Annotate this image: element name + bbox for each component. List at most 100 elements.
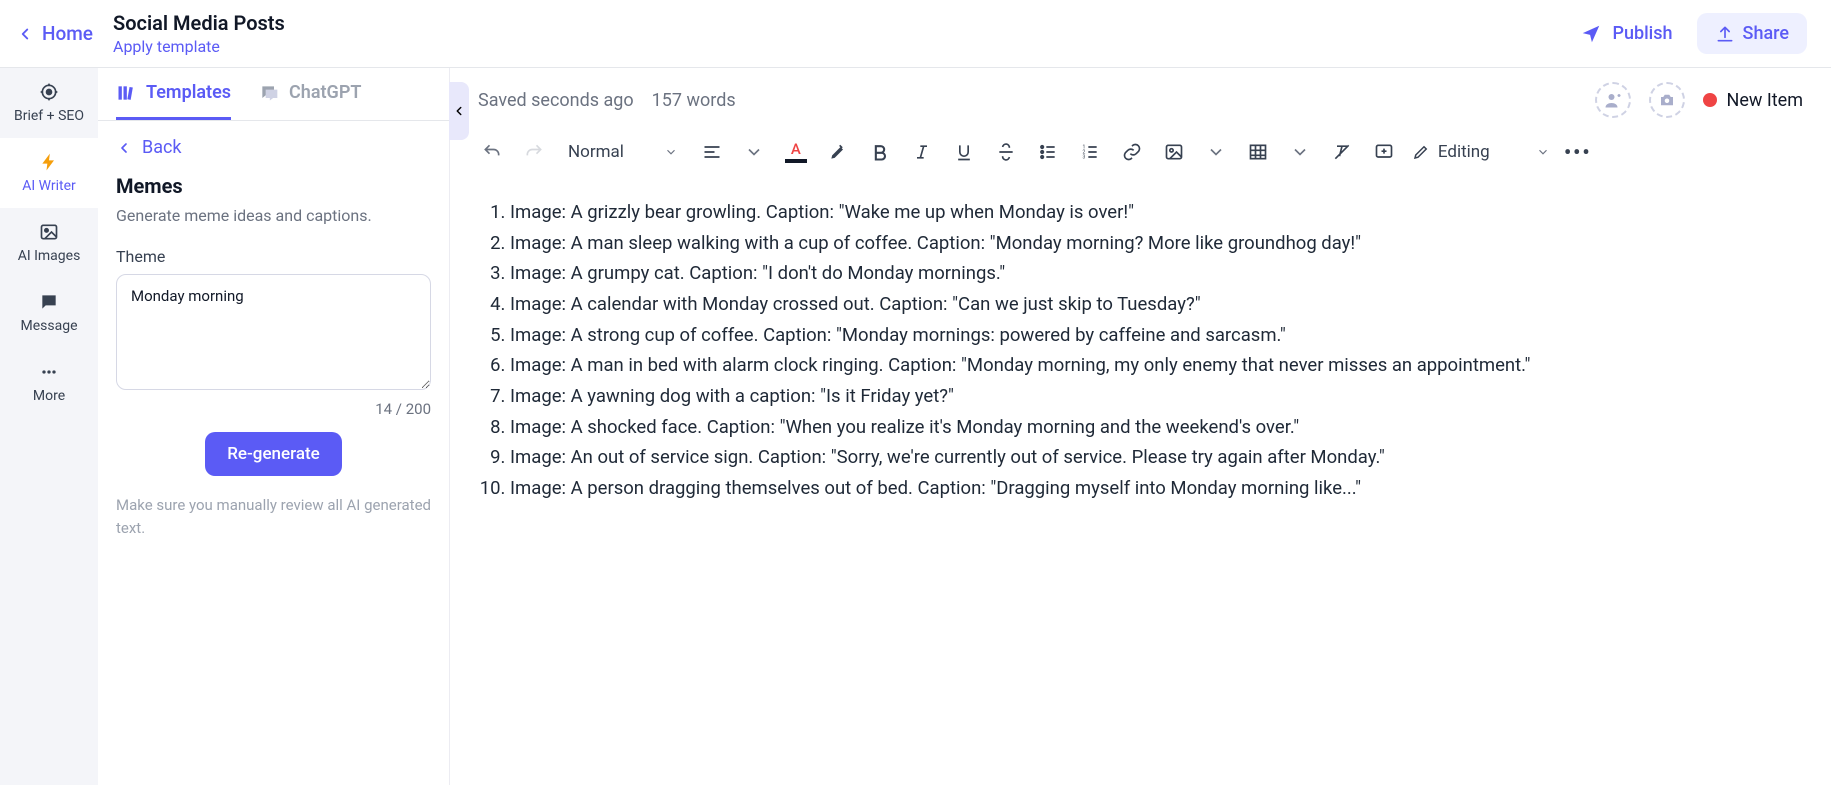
ellipsis-icon: ••• <box>1564 140 1592 164</box>
send-icon <box>1580 23 1602 45</box>
paragraph-format-select[interactable]: Normal <box>562 142 684 162</box>
sidenav-label: Brief + SEO <box>14 108 84 124</box>
disclaimer: Make sure you manually review all AI gen… <box>116 494 431 539</box>
upload-icon <box>1715 24 1735 44</box>
align-more-button[interactable] <box>740 138 768 166</box>
underline-button[interactable] <box>950 138 978 166</box>
image-icon <box>39 222 59 242</box>
theme-input[interactable] <box>116 274 431 390</box>
list-item-text: Image: A shocked face. Caption: "When yo… <box>510 416 1299 438</box>
italic-button[interactable] <box>908 138 936 166</box>
chevron-left-icon <box>16 25 34 43</box>
tab-templates[interactable]: Templates <box>116 82 231 120</box>
sidenav-label: AI Images <box>18 248 81 264</box>
redo-button[interactable] <box>520 138 548 166</box>
publish-label: Publish <box>1612 23 1672 44</box>
home-link[interactable]: Home <box>16 22 93 45</box>
editing-mode-select[interactable]: Editing <box>1412 142 1550 162</box>
char-count: 14 / 200 <box>116 400 431 418</box>
link-icon <box>1122 142 1142 162</box>
sidenav: Brief + SEO AI Writer AI Images Message … <box>0 68 98 785</box>
list-item-text: Image: An out of service sign. Caption: … <box>510 446 1385 468</box>
word-count: 157 words <box>652 90 736 111</box>
panel-body: Back Memes Generate meme ideas and capti… <box>98 121 449 559</box>
new-item-label: New Item <box>1727 90 1804 111</box>
chevron-left-icon <box>116 140 132 156</box>
publish-button[interactable]: Publish <box>1580 23 1672 45</box>
tab-chatgpt[interactable]: ChatGPT <box>259 82 361 120</box>
templates-panel: Templates ChatGPT Back Memes Generate me… <box>98 68 450 785</box>
table-button[interactable] <box>1244 138 1272 166</box>
bullet-list-button[interactable] <box>1034 138 1062 166</box>
editor-status: Saved seconds ago 157 words New Item <box>450 68 1831 132</box>
undo-button[interactable] <box>478 138 506 166</box>
share-button[interactable]: Share <box>1697 13 1807 54</box>
image-button[interactable] <box>1160 138 1188 166</box>
align-button[interactable] <box>698 138 726 166</box>
list-item-text: Image: A strong cup of coffee. Caption: … <box>510 324 1286 346</box>
panel-tabs: Templates ChatGPT <box>98 68 449 121</box>
underline-icon <box>954 142 974 162</box>
image-more-button[interactable] <box>1202 138 1230 166</box>
table-more-button[interactable] <box>1286 138 1314 166</box>
undo-icon <box>482 142 502 162</box>
comment-button[interactable] <box>1370 138 1398 166</box>
new-item-button[interactable]: New Item <box>1703 90 1804 111</box>
pencil-icon <box>1412 143 1430 161</box>
bold-icon <box>870 142 890 162</box>
text-color-button[interactable]: A <box>782 138 810 166</box>
sidenav-label: Message <box>21 318 78 334</box>
image-icon <box>1164 142 1184 162</box>
list-item-text: Image: A yawning dog with a caption: "Is… <box>510 385 954 407</box>
top-header: Home Social Media Posts Apply template P… <box>0 0 1831 68</box>
list-item: Image: A calendar with Monday crossed ou… <box>510 290 1795 319</box>
list-item-text: Image: A grizzly bear growling. Caption:… <box>510 201 1134 223</box>
clear-format-icon <box>1332 142 1352 162</box>
list-item: Image: A yawning dog with a caption: "Is… <box>510 382 1795 411</box>
paragraph-format-label: Normal <box>568 142 624 162</box>
clear-format-button[interactable] <box>1328 138 1356 166</box>
bold-button[interactable] <box>866 138 894 166</box>
list-item-text: Image: A person dragging themselves out … <box>510 477 1361 499</box>
list-item: Image: A man sleep walking with a cup of… <box>510 229 1795 258</box>
align-left-icon <box>702 142 722 162</box>
list-item: Image: A person dragging themselves out … <box>510 474 1795 503</box>
list-item: Image: A strong cup of coffee. Caption: … <box>510 321 1795 350</box>
back-link[interactable]: Back <box>116 137 182 158</box>
add-media-button[interactable] <box>1649 82 1685 118</box>
link-button[interactable] <box>1118 138 1146 166</box>
highlight-button[interactable] <box>824 138 852 166</box>
numbered-list-button[interactable]: 123 <box>1076 138 1104 166</box>
sidenav-label: More <box>33 388 65 404</box>
top-header-right: Publish Share <box>1580 13 1807 54</box>
back-label: Back <box>142 137 182 158</box>
user-plus-icon <box>1604 91 1622 109</box>
chevron-down-icon <box>744 142 764 162</box>
apply-template-link[interactable]: Apply template <box>113 37 285 56</box>
collapse-panel-button[interactable] <box>449 82 469 140</box>
chevron-left-icon <box>452 104 466 118</box>
chevron-down-icon <box>1536 145 1550 159</box>
regenerate-button[interactable]: Re-generate <box>205 432 342 476</box>
sidenav-message[interactable]: Message <box>0 278 98 348</box>
list-item: Image: A shocked face. Caption: "When yo… <box>510 413 1795 442</box>
document-body[interactable]: Image: A grizzly bear growling. Caption:… <box>450 178 1831 523</box>
sidenav-more[interactable]: More <box>0 348 98 418</box>
toolbar-more-button[interactable]: ••• <box>1564 138 1592 166</box>
add-collaborator-button[interactable] <box>1595 82 1631 118</box>
svg-text:3: 3 <box>1082 155 1085 161</box>
sidenav-ai-images[interactable]: AI Images <box>0 208 98 278</box>
ellipsis-icon <box>39 362 59 382</box>
target-icon <box>39 82 59 102</box>
chat-icon <box>259 83 279 103</box>
bolt-icon <box>39 152 59 172</box>
status-dot-icon <box>1703 93 1717 107</box>
share-label: Share <box>1743 23 1789 44</box>
sidenav-ai-writer[interactable]: AI Writer <box>0 138 98 208</box>
strikethrough-icon <box>996 142 1016 162</box>
page-title: Social Media Posts <box>113 11 285 35</box>
list-item: Image: A grizzly bear growling. Caption:… <box>510 198 1795 227</box>
strikethrough-button[interactable] <box>992 138 1020 166</box>
books-icon <box>116 83 136 103</box>
sidenav-brief-seo[interactable]: Brief + SEO <box>0 68 98 138</box>
